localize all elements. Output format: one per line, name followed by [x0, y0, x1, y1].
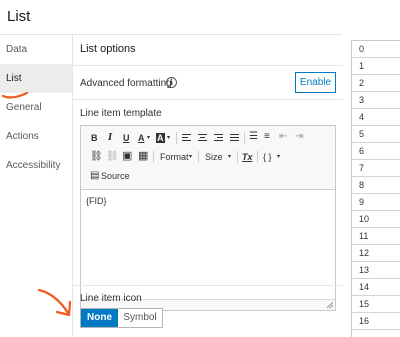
align-justify-icon[interactable]	[230, 134, 239, 143]
list-item[interactable]: 3	[352, 92, 400, 109]
attribute-list: 0 1 2 3 4 5 6 7 8 9 10 11 12 13 14 15 16	[351, 40, 400, 337]
chevron-down-icon[interactable]: ▾	[189, 150, 192, 164]
underline-button[interactable]: U	[123, 131, 130, 145]
decrease-indent-icon[interactable]: ⇤	[279, 130, 287, 144]
editor-toolbar: B I U A ▾ A ▾ ☰ ≡ ⇤ ⇥ ⛓ ⛓ ▣ ▦ Format ▾ S…	[81, 126, 335, 190]
list-item[interactable]: 14	[352, 279, 400, 296]
numbered-list-icon[interactable]: ≡	[264, 130, 270, 144]
list-item[interactable]: 15	[352, 296, 400, 313]
list-item[interactable]: 16	[352, 313, 400, 330]
list-item[interactable]: 1	[352, 58, 400, 75]
list-item[interactable]: 12	[352, 245, 400, 262]
font-color-button[interactable]: A	[138, 131, 145, 145]
align-right-icon[interactable]	[214, 134, 223, 143]
chevron-down-icon[interactable]: ▾	[277, 150, 280, 164]
toolbar-divider	[153, 151, 154, 163]
toolbar-divider	[237, 151, 238, 163]
icon-option-none[interactable]: None	[81, 309, 118, 327]
toolbar-divider	[257, 151, 258, 163]
nav-item-data[interactable]: Data	[0, 35, 72, 64]
chevron-down-icon[interactable]: ▾	[228, 150, 231, 164]
align-center-icon[interactable]	[198, 134, 207, 143]
line-item-template-label: Line item template	[80, 108, 162, 119]
list-item[interactable]: 0	[352, 41, 400, 58]
resize-handle-icon[interactable]	[327, 302, 333, 308]
format-dropdown[interactable]: Format	[160, 150, 189, 164]
list-item[interactable]: 9	[352, 194, 400, 211]
nav-item-accessibility[interactable]: Accessibility	[0, 151, 72, 180]
info-icon[interactable]: i	[166, 77, 177, 88]
bold-button[interactable]: B	[91, 131, 98, 145]
settings-nav: Data List General Actions Accessibility	[0, 35, 72, 337]
image-icon[interactable]: ▣	[122, 149, 132, 163]
enable-button[interactable]: Enable	[295, 72, 336, 93]
align-left-icon[interactable]	[182, 134, 191, 143]
source-button[interactable]: Source	[101, 169, 130, 183]
panel-divider	[73, 65, 343, 66]
unlink-icon[interactable]: ⛓	[106, 150, 119, 164]
list-item[interactable]: 6	[352, 143, 400, 160]
nav-item-list[interactable]: List	[0, 64, 72, 93]
list-options-panel: List options Advanced formatting i Enabl…	[73, 35, 343, 337]
rich-text-editor[interactable]: B I U A ▾ A ▾ ☰ ≡ ⇤ ⇥ ⛓ ⛓ ▣ ▦ Format ▾ S…	[80, 125, 336, 311]
italic-button[interactable]: I	[108, 131, 112, 145]
source-icon[interactable]: ▤	[90, 169, 99, 183]
nav-item-actions[interactable]: Actions	[0, 122, 72, 151]
line-item-icon-segmented-control: None Symbol	[80, 308, 163, 328]
table-icon[interactable]: ▦	[138, 149, 148, 163]
advanced-formatting-label: Advanced formatting	[80, 78, 172, 89]
toolbar-divider	[244, 132, 245, 144]
list-item[interactable]: 8	[352, 177, 400, 194]
clear-format-button[interactable]: Tx	[242, 150, 253, 164]
highlight-button[interactable]: A	[156, 133, 165, 143]
size-dropdown[interactable]: Size	[205, 150, 223, 164]
section-divider	[73, 285, 343, 286]
list-item[interactable]: 13	[352, 262, 400, 279]
panel-title: List options	[80, 43, 136, 55]
increase-indent-icon[interactable]: ⇥	[295, 130, 303, 144]
chevron-down-icon[interactable]: ▾	[147, 131, 150, 145]
list-item[interactable]: 2	[352, 75, 400, 92]
icon-option-symbol[interactable]: Symbol	[118, 309, 162, 327]
page-title: List	[7, 8, 31, 25]
code-button[interactable]: { }	[263, 150, 272, 164]
toolbar-divider	[176, 132, 177, 144]
editor-content[interactable]: {FID}	[86, 196, 107, 206]
list-item[interactable]: 4	[352, 109, 400, 126]
list-item[interactable]: 10	[352, 211, 400, 228]
list-item[interactable]: 5	[352, 126, 400, 143]
chevron-down-icon[interactable]: ▾	[167, 131, 170, 145]
list-item[interactable]: 7	[352, 160, 400, 177]
toolbar-divider	[198, 151, 199, 163]
nav-item-general[interactable]: General	[0, 93, 72, 122]
list-item[interactable]: 11	[352, 228, 400, 245]
section-divider	[73, 99, 343, 100]
link-icon[interactable]: ⛓	[90, 150, 103, 164]
bulleted-list-icon[interactable]: ☰	[249, 130, 258, 144]
line-item-icon-label: Line item icon	[80, 293, 142, 304]
